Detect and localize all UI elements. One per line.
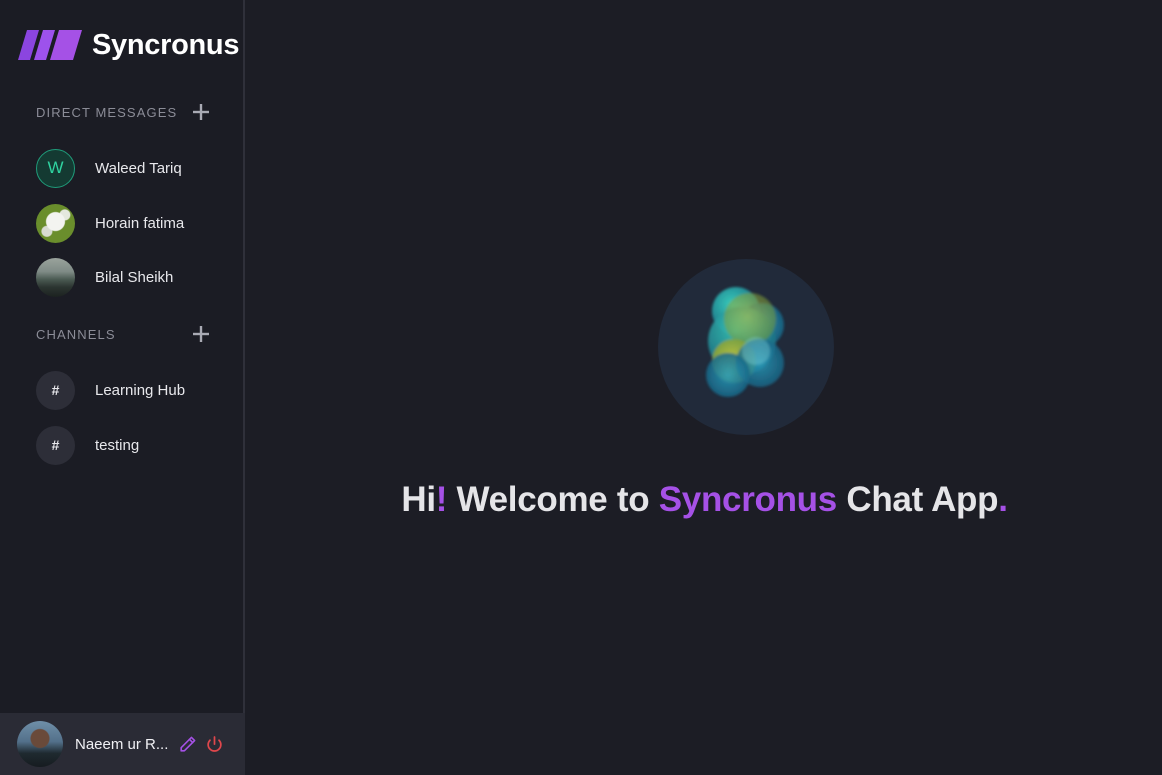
dm-item-bilal-sheikh[interactable]: Bilal Sheikh	[36, 257, 226, 297]
brand-name: Syncronus	[92, 29, 240, 61]
channel-item-label: Learning Hub	[95, 381, 186, 399]
channels-title: Channels	[36, 326, 116, 342]
welcome-exclamation: !	[435, 480, 448, 519]
welcome-greeting: Hi	[401, 480, 436, 519]
welcome-heading: Hi! Welcome to Syncronus Chat App.	[247, 480, 1162, 520]
profile-name: Naeem ur R...	[75, 735, 169, 753]
channels-header: Channels	[36, 322, 210, 346]
channel-item-testing[interactable]: # testing	[36, 425, 226, 465]
avatar	[36, 257, 75, 297]
direct-messages-header: Direct Messages	[36, 100, 210, 124]
hash-icon: #	[36, 425, 75, 465]
profile-bar: Naeem ur R...	[0, 713, 245, 775]
channel-item-label: testing	[95, 436, 140, 454]
avatar[interactable]	[17, 721, 63, 767]
plus-icon	[193, 104, 209, 120]
main-panel: Hi! Welcome to Syncronus Chat App.	[247, 0, 1162, 775]
pencil-icon	[179, 736, 195, 752]
welcome-text-suffix: Chat App	[836, 480, 999, 519]
hash-icon: #	[36, 370, 75, 410]
welcome-text: Welcome to	[447, 480, 659, 519]
add-channel-button[interactable]	[192, 325, 210, 343]
welcome-dot: .	[998, 480, 1008, 519]
welcome-app-name: Syncronus	[658, 480, 837, 519]
logout-button[interactable]	[203, 733, 225, 755]
dm-item-waleed-tariq[interactable]: W Waleed Tariq	[36, 148, 226, 188]
dm-item-label: Waleed Tariq	[95, 159, 182, 177]
plus-icon	[193, 326, 209, 342]
dm-item-label: Horain fatima	[95, 214, 185, 232]
slanted-bars-logo-icon	[18, 30, 82, 60]
avatar	[36, 203, 75, 243]
dm-item-label: Bilal Sheikh	[95, 268, 174, 286]
sidebar: Syncronus Direct Messages W Waleed Tariq…	[0, 0, 245, 775]
edit-profile-button[interactable]	[176, 733, 198, 755]
gradient-orb-icon	[706, 287, 784, 397]
dm-item-horain-fatima[interactable]: Horain fatima	[36, 203, 226, 243]
channel-item-learning-hub[interactable]: # Learning Hub	[36, 370, 226, 410]
avatar: W	[36, 148, 75, 188]
direct-messages-title: Direct Messages	[36, 104, 178, 120]
app-window: Syncronus Direct Messages W Waleed Tariq…	[0, 0, 1162, 775]
add-direct-message-button[interactable]	[192, 103, 210, 121]
animated-orb-logo	[658, 259, 834, 435]
brand: Syncronus	[18, 28, 239, 62]
power-icon	[206, 735, 222, 752]
